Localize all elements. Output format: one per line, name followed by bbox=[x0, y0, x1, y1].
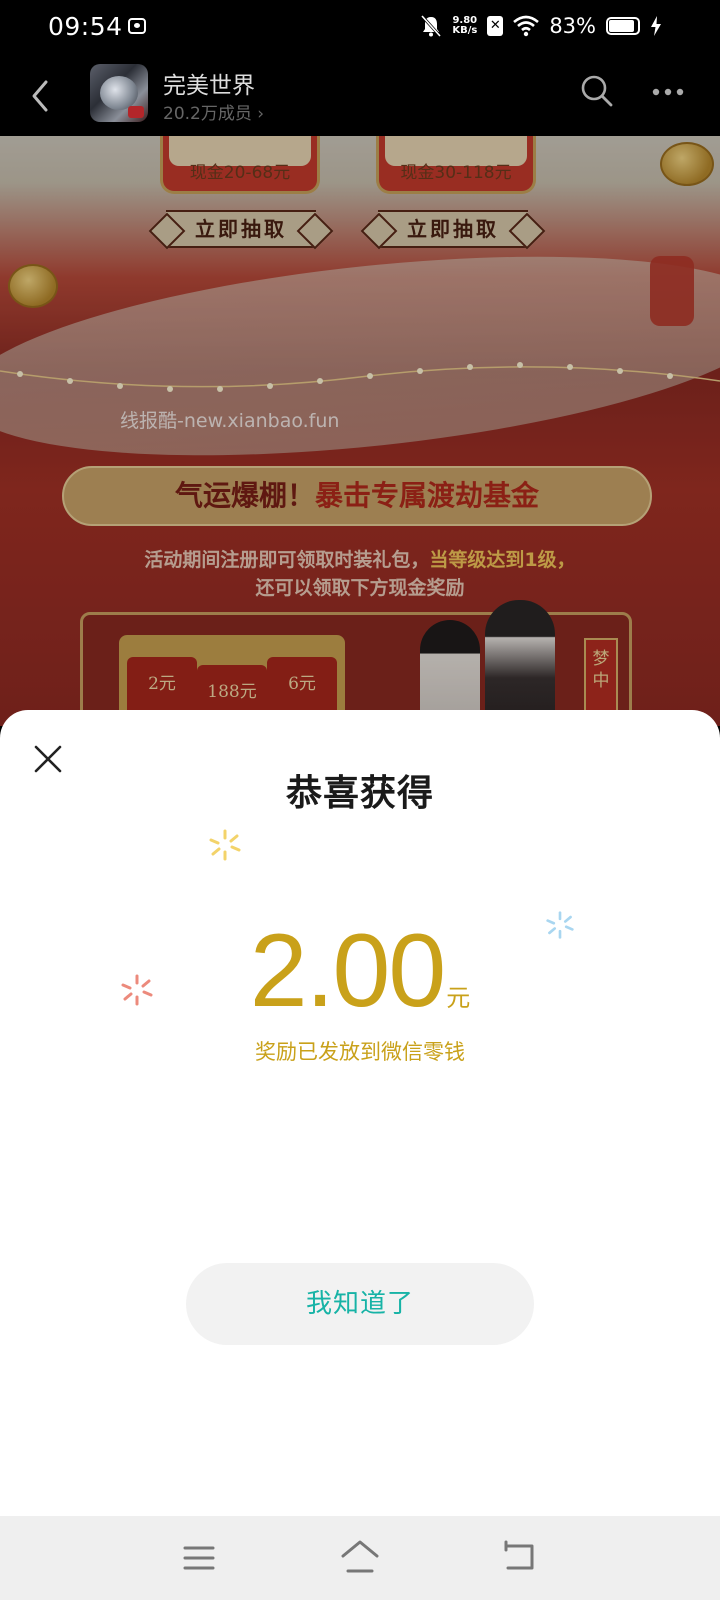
sparkle-icon bbox=[209, 829, 241, 861]
tv-app-icon bbox=[128, 18, 146, 34]
nav-menu-icon[interactable] bbox=[182, 1542, 216, 1574]
back-icon[interactable] bbox=[26, 76, 56, 116]
modal-overlay[interactable] bbox=[0, 136, 720, 726]
battery-percent: 83% bbox=[549, 14, 596, 38]
group-name[interactable]: 完美世界 bbox=[163, 66, 255, 100]
net-speed: 9.80 KB/s bbox=[452, 16, 477, 36]
more-icon[interactable] bbox=[650, 86, 690, 98]
system-nav-bar bbox=[0, 1516, 720, 1600]
search-icon[interactable] bbox=[580, 74, 614, 108]
sheet-title: 恭喜获得 bbox=[285, 773, 434, 814]
battery-fill bbox=[609, 20, 634, 32]
nav-back-icon[interactable] bbox=[502, 1540, 538, 1574]
wifi-icon bbox=[513, 15, 540, 37]
reward-amount: 2.00 bbox=[249, 913, 446, 1029]
reward-sheet: 恭喜获得 2.00元 奖励已发放到微信零钱 我知道了 bbox=[0, 710, 720, 1516]
reward-amount-row: 2.00元 bbox=[0, 912, 720, 1031]
member-count[interactable]: 20.2万成员 › bbox=[163, 99, 264, 124]
status-bar: 09:54 9.80 KB/s ✕ 83% bbox=[0, 0, 720, 56]
acknowledge-button[interactable]: 我知道了 bbox=[186, 1263, 534, 1345]
reward-note: 奖励已发放到微信零钱 bbox=[255, 1040, 465, 1064]
x-app-icon: ✕ bbox=[487, 16, 504, 36]
bell-muted-icon bbox=[421, 14, 442, 38]
reward-amount-unit: 元 bbox=[446, 984, 471, 1012]
chat-header: 完美世界 20.2万成员 › bbox=[0, 56, 720, 136]
charging-icon bbox=[651, 16, 661, 36]
group-avatar[interactable] bbox=[90, 64, 148, 122]
nav-home-icon[interactable] bbox=[340, 1538, 380, 1576]
status-time: 09:54 bbox=[48, 12, 123, 41]
status-icons: 9.80 KB/s ✕ 83% bbox=[420, 14, 662, 38]
net-speed-unit: KB/s bbox=[452, 25, 478, 36]
battery-icon bbox=[606, 17, 640, 35]
